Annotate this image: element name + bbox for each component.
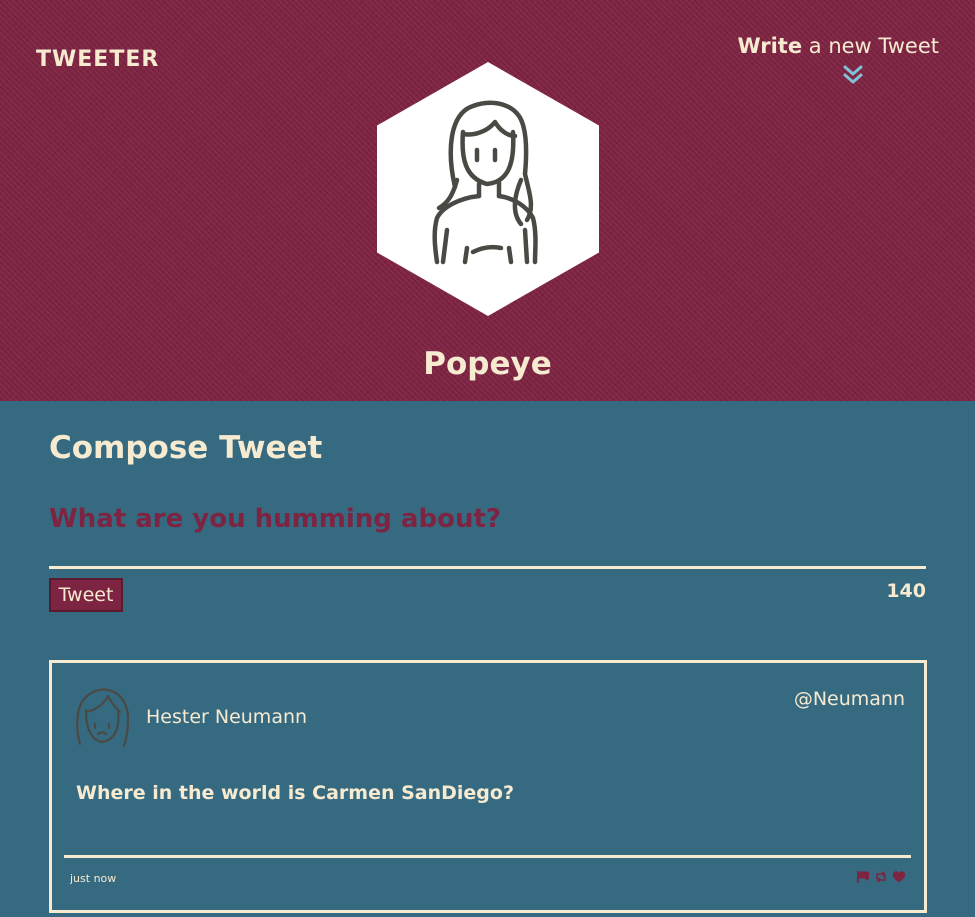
- hexagon-frame: [377, 62, 599, 316]
- write-link-rest: a new Tweet: [802, 34, 939, 58]
- char-counter: 140: [886, 580, 926, 602]
- tweet-submit-button[interactable]: Tweet: [49, 578, 123, 612]
- tweet-timestamp: just now: [70, 872, 117, 885]
- profile-header: TWEETER Write a new Tweet Popeye: [0, 0, 975, 401]
- heart-icon[interactable]: [892, 870, 906, 884]
- tweet-text-input[interactable]: [49, 502, 926, 569]
- double-chevron-down-icon[interactable]: [841, 64, 865, 88]
- flag-icon[interactable]: [856, 870, 870, 884]
- tweet-divider: [64, 855, 911, 858]
- tweet-author-name: Hester Neumann: [146, 706, 308, 728]
- write-link-strong: Write: [737, 34, 803, 58]
- retweet-icon[interactable]: [874, 870, 888, 884]
- woman-avatar-icon: [76, 688, 130, 748]
- tweet-text: Where in the world is Carmen SanDiego?: [76, 782, 514, 804]
- profile-username: Popeye: [423, 346, 552, 382]
- compose-title: Compose Tweet: [49, 430, 323, 466]
- write-tweet-link[interactable]: Write a new Tweet: [737, 34, 939, 58]
- profile-avatar: [377, 62, 599, 316]
- app-logo[interactable]: TWEETER: [36, 47, 159, 72]
- tweet-actions: [856, 870, 906, 884]
- tweet-author-handle: @Neumann: [793, 688, 905, 710]
